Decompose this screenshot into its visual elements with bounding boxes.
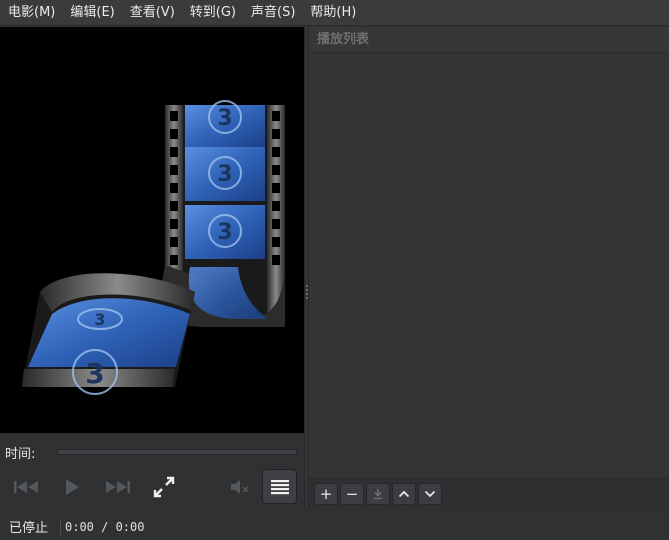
playlist-title: 播放列表 xyxy=(309,27,669,53)
film-frame-number: 3 xyxy=(85,357,104,390)
statusbar: 已停止 0:00 / 0:00 xyxy=(0,513,669,540)
chevron-up-icon xyxy=(398,490,410,498)
menu-edit[interactable]: 编辑(E) xyxy=(64,0,123,26)
volume-muted-icon xyxy=(231,480,249,494)
move-up-button[interactable] xyxy=(392,483,416,505)
film-frame-number: 3 xyxy=(217,162,232,187)
film-frame-number: 3 xyxy=(94,310,105,329)
video-area[interactable]: 3 3 3 3 3 xyxy=(0,27,304,433)
playlist-panel: 播放列表 + − xyxy=(309,27,669,509)
fullscreen-button[interactable] xyxy=(146,469,182,505)
film-frame-number: 3 xyxy=(217,106,232,131)
menu-view[interactable]: 查看(V) xyxy=(124,0,184,26)
playlist-icon xyxy=(270,479,289,494)
film-frame-number: 3 xyxy=(217,220,232,245)
splitter-grip[interactable] xyxy=(306,285,308,299)
chevron-down-icon xyxy=(424,490,436,498)
previous-button[interactable] xyxy=(8,469,44,505)
skip-back-icon xyxy=(14,481,38,493)
play-button[interactable] xyxy=(54,469,90,505)
save-icon xyxy=(374,489,382,500)
playlist-list[interactable] xyxy=(309,53,669,477)
save-button[interactable] xyxy=(366,483,390,505)
remove-button[interactable]: − xyxy=(340,483,364,505)
seek-row: 时间: xyxy=(0,441,304,463)
transport-controls xyxy=(0,469,304,505)
menu-go[interactable]: 转到(G) xyxy=(184,0,245,26)
next-button[interactable] xyxy=(100,469,136,505)
menubar: 电影(M) 编辑(E) 查看(V) 转到(G) 声音(S) 帮助(H) xyxy=(0,0,669,26)
move-down-button[interactable] xyxy=(418,483,442,505)
playlist-toggle-button[interactable] xyxy=(262,469,297,504)
add-button[interactable]: + xyxy=(314,483,338,505)
playback-time: 0:00 / 0:00 xyxy=(65,519,145,534)
menu-help[interactable]: 帮助(H) xyxy=(304,0,365,26)
skip-forward-icon xyxy=(106,481,130,493)
film-reel-logo: 3 3 3 3 3 xyxy=(22,100,285,395)
fullscreen-icon xyxy=(153,476,175,498)
playlist-toolbar: + − xyxy=(309,478,669,509)
menu-sound[interactable]: 声音(S) xyxy=(245,0,304,26)
seek-bar[interactable] xyxy=(57,449,297,455)
play-icon xyxy=(66,479,79,495)
playback-state: 已停止 xyxy=(9,521,49,536)
time-label: 时间: xyxy=(5,446,36,462)
menu-movie[interactable]: 电影(M) xyxy=(2,0,64,26)
status-divider xyxy=(60,518,61,535)
volume-button[interactable] xyxy=(222,469,258,505)
